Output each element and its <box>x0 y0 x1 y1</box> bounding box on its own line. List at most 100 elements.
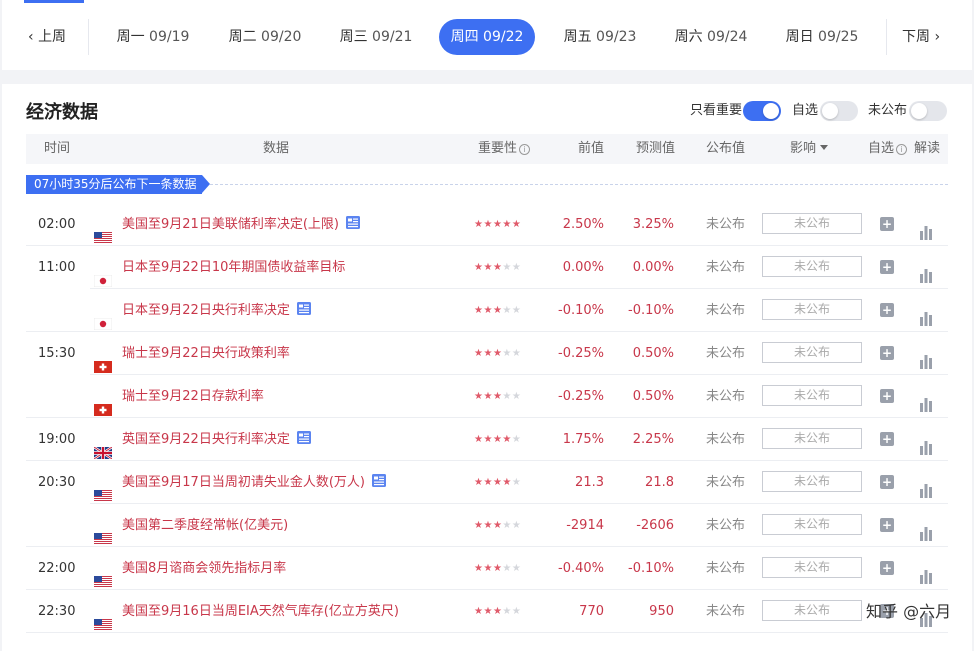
row-event-name[interactable]: 美国8月谘商会领先指标月率 <box>122 547 286 590</box>
row-divider <box>26 632 948 633</box>
impact-box: 未公布 <box>762 514 862 535</box>
table-row: 22:30 美国至9月16日当周EIA天然气库存(亿立方英尺) ★★★★★ 770 95… <box>26 590 948 633</box>
add-watchlist-icon[interactable]: + <box>880 389 894 403</box>
row-previous: 1.75% <box>562 432 604 447</box>
event-name-text[interactable]: 瑞士至9月22日存款利率 <box>122 389 264 404</box>
row-published: 未公布 <box>706 389 746 404</box>
day-tab[interactable]: 周一 09/19 <box>106 19 200 55</box>
star-empty-icon: ★ <box>511 262 522 273</box>
document-icon[interactable] <box>371 463 387 487</box>
interpretation-chart-icon[interactable] <box>919 431 933 455</box>
us-flag <box>94 477 112 502</box>
next-week-button[interactable]: 下周 › <box>902 17 940 57</box>
star-icon: ★ <box>492 520 503 531</box>
star-icon: ★ <box>492 434 503 445</box>
add-watchlist-icon[interactable]: + <box>880 303 894 317</box>
row-event-name[interactable]: 日本至9月22日央行利率决定 <box>122 289 312 332</box>
interpretation-chart-icon[interactable] <box>919 216 933 240</box>
impact-box: 未公布 <box>762 299 862 320</box>
toggle-important-only[interactable]: 只看重要 <box>690 100 781 122</box>
table-row: 02:00 美国至9月21日美联储利率决定(上限) ★★★★★ 2.50% 3.25% 未… <box>26 203 948 246</box>
watermark: 知乎 @六月 <box>866 602 952 621</box>
day-tab[interactable]: 周二 09/20 <box>218 19 312 55</box>
row-event-name[interactable]: 美国至9月21日美联储利率决定(上限) <box>122 203 361 246</box>
toggle-label: 只看重要 <box>690 103 743 118</box>
row-previous: 21.3 <box>575 475 604 490</box>
add-watchlist-icon[interactable]: + <box>880 561 894 575</box>
toggle-switch[interactable] <box>909 101 947 121</box>
document-icon[interactable] <box>345 205 361 229</box>
event-name-text[interactable]: 美国第二季度经常帐(亿美元) <box>122 518 288 533</box>
star-empty-icon: ★ <box>502 262 512 273</box>
row-event-name[interactable]: 瑞士至9月22日央行政策利率 <box>122 332 290 375</box>
day-weekday: 周日 <box>785 29 819 45</box>
add-watchlist-icon[interactable]: + <box>880 346 894 360</box>
event-name-text[interactable]: 美国至9月17日当周初请失业金人数(万人) <box>122 475 365 490</box>
add-watchlist-icon[interactable]: + <box>880 475 894 489</box>
star-empty-icon: ★ <box>502 305 512 316</box>
col-time: 时间 <box>44 141 71 156</box>
event-name-text[interactable]: 日本至9月22日央行利率决定 <box>122 303 290 318</box>
event-name-text[interactable]: 美国至9月16日当周EIA天然气库存(亿立方英尺) <box>122 604 399 619</box>
row-previous: -0.10% <box>558 303 604 318</box>
col-impact-sort[interactable]: 影响 <box>790 134 829 164</box>
day-tab[interactable]: 周四 09/22 <box>439 19 535 55</box>
toggle-switch[interactable] <box>820 101 858 121</box>
day-date: 09/25 <box>818 29 859 45</box>
interpretation-chart-icon[interactable] <box>919 259 933 283</box>
add-watchlist-icon[interactable]: + <box>880 432 894 446</box>
toggle-label: 自选 <box>792 103 819 118</box>
row-event-name[interactable]: 英国至9月22日央行利率决定 <box>122 418 312 461</box>
interpretation-chart-icon[interactable] <box>919 474 933 498</box>
event-name-text[interactable]: 瑞士至9月22日央行政策利率 <box>122 346 290 361</box>
add-watchlist-icon[interactable]: + <box>880 260 894 274</box>
star-empty-icon: ★ <box>511 520 522 531</box>
col-watchlist: 自选 i <box>868 134 908 164</box>
row-forecast: 2.25% <box>632 432 674 447</box>
impact-box: 未公布 <box>762 557 862 578</box>
table-header: 时间 数据 重要性 i 前值 预测值 公布值 影响 自选 i 解读 <box>26 134 948 164</box>
document-icon[interactable] <box>296 291 312 315</box>
document-icon[interactable] <box>296 420 312 444</box>
day-date: 09/20 <box>261 29 302 45</box>
day-date: 09/23 <box>596 29 637 45</box>
row-event-name[interactable]: 美国至9月16日当周EIA天然气库存(亿立方英尺) <box>122 590 399 633</box>
row-time: 20:30 <box>38 475 76 490</box>
impact-box: 未公布 <box>762 256 862 277</box>
interpretation-chart-icon[interactable] <box>919 388 933 412</box>
interpretation-chart-icon[interactable] <box>919 345 933 369</box>
star-icon: ★ <box>483 219 493 230</box>
row-event-name[interactable]: 日本至9月22日10年期国债收益率目标 <box>122 246 345 289</box>
event-name-text[interactable]: 日本至9月22日10年期国债收益率目标 <box>122 260 345 275</box>
star-empty-icon: ★ <box>502 348 512 359</box>
event-name-text[interactable]: 美国至9月21日美联储利率决定(上限) <box>122 217 339 232</box>
row-event-name[interactable]: 美国第二季度经常帐(亿美元) <box>122 504 288 547</box>
toggle-unpublished[interactable]: 未公布 <box>868 100 947 122</box>
interpretation-chart-icon[interactable] <box>919 560 933 584</box>
row-published: 未公布 <box>706 346 746 361</box>
importance-stars: ★★★★★ <box>474 289 521 332</box>
day-weekday: 周二 <box>228 29 262 45</box>
toggle-switch[interactable] <box>743 101 781 121</box>
row-time: 11:00 <box>38 260 76 275</box>
toggle-watchlist[interactable]: 自选 <box>792 100 858 122</box>
day-tab[interactable]: 周日 09/25 <box>775 19 869 55</box>
day-tab[interactable]: 周三 09/21 <box>329 19 423 55</box>
interpretation-chart-icon[interactable] <box>919 302 933 326</box>
row-event-name[interactable]: 瑞士至9月22日存款利率 <box>122 375 264 418</box>
top-accent-bar <box>24 0 84 3</box>
star-icon: ★ <box>483 477 493 488</box>
prev-week-button[interactable]: ‹ 上周 <box>28 17 66 57</box>
add-watchlist-icon[interactable]: + <box>880 518 894 532</box>
row-published: 未公布 <box>706 217 746 232</box>
row-event-name[interactable]: 美国至9月17日当周初请失业金人数(万人) <box>122 461 387 504</box>
interpretation-chart-icon[interactable] <box>919 517 933 541</box>
event-name-text[interactable]: 英国至9月22日央行利率决定 <box>122 432 290 447</box>
impact-box: 未公布 <box>762 385 862 406</box>
add-watchlist-icon[interactable]: + <box>880 217 894 231</box>
day-tab[interactable]: 周五 09/23 <box>553 19 647 55</box>
star-empty-icon: ★ <box>511 305 522 316</box>
star-icon: ★ <box>492 563 503 574</box>
event-name-text[interactable]: 美国8月谘商会领先指标月率 <box>122 561 286 576</box>
day-tab[interactable]: 周六 09/24 <box>664 19 758 55</box>
